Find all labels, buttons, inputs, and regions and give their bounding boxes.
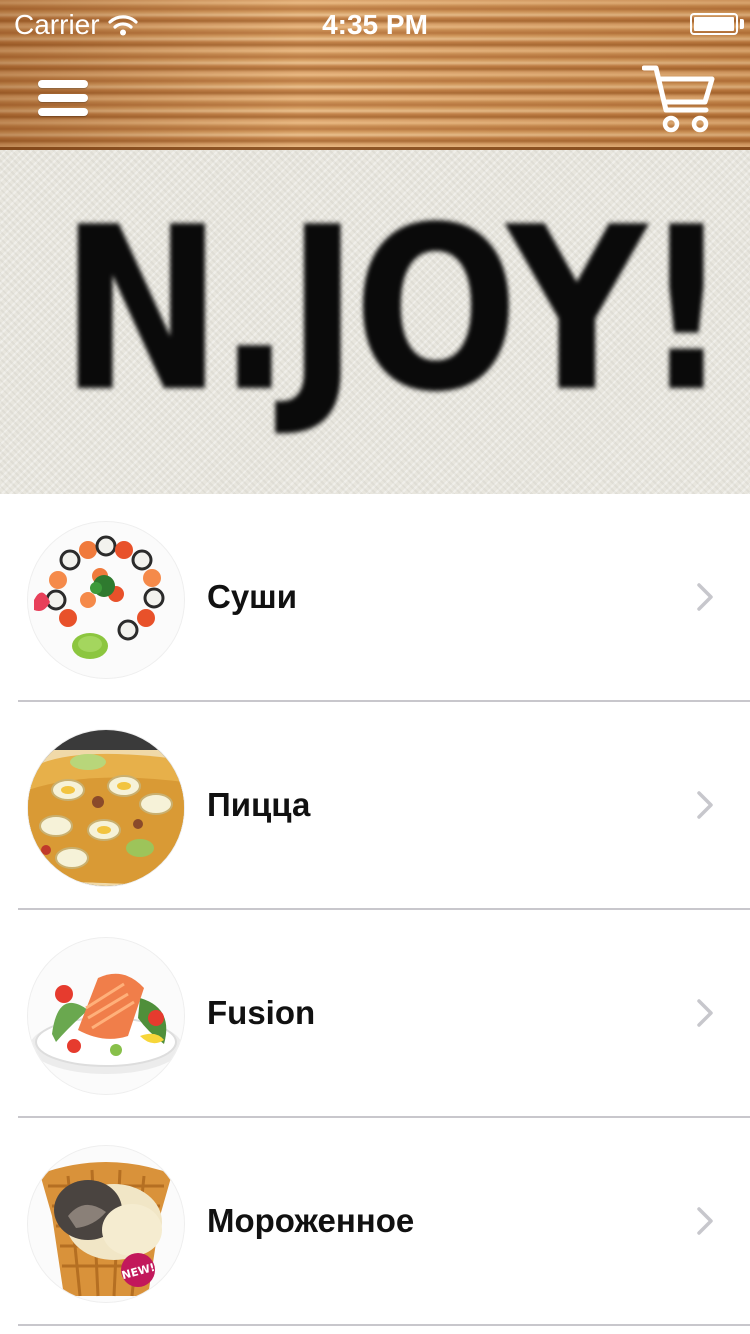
- category-list: Суши Пицца Fusion NEW! Мороженное: [0, 494, 750, 1326]
- brand-logo: N.JOY!: [60, 179, 731, 442]
- chevron-right-icon: [697, 1207, 713, 1235]
- battery-tip: [740, 19, 744, 29]
- category-row-pizza[interactable]: Пицца: [0, 702, 750, 910]
- pizza-image: [28, 730, 184, 886]
- category-label: Пицца: [207, 786, 311, 823]
- battery-icon: [690, 13, 738, 35]
- status-time: 4:35 PM: [322, 9, 428, 40]
- category-label: Суши: [207, 578, 297, 615]
- salmon-salad-image: [28, 938, 184, 1094]
- shopping-cart-icon[interactable]: [642, 62, 716, 134]
- chevron-right-icon: [697, 583, 713, 611]
- category-label: Fusion: [207, 994, 316, 1031]
- chevron-right-icon: [697, 791, 713, 819]
- hamburger-menu-icon[interactable]: [38, 78, 90, 118]
- category-row-fusion[interactable]: Fusion: [0, 910, 750, 1118]
- status-bar: Carrier 4:35 PM: [0, 0, 750, 48]
- sushi-platter-image: [28, 522, 184, 678]
- category-row-ice-cream[interactable]: NEW! Мороженное: [0, 1118, 750, 1326]
- category-label: Мороженное: [207, 1202, 415, 1239]
- category-row-sushi[interactable]: Суши: [0, 494, 750, 702]
- ice-cream-cone-image: NEW!: [28, 1146, 184, 1302]
- chevron-right-icon: [697, 999, 713, 1027]
- app-header: Carrier 4:35 PM: [0, 0, 750, 150]
